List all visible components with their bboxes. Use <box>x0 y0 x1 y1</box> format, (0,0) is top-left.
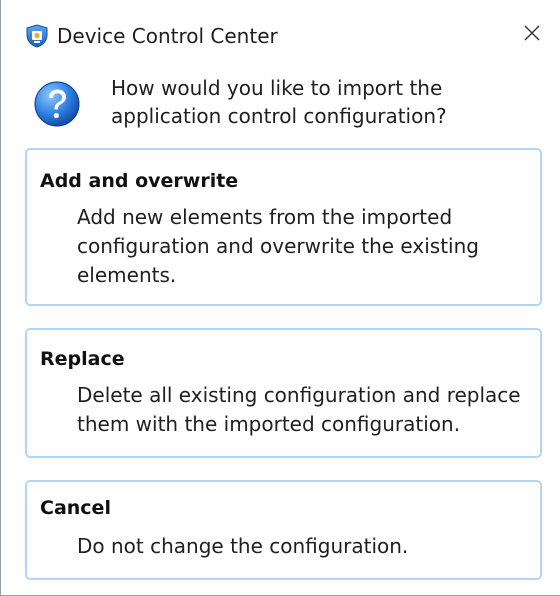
close-button[interactable] <box>515 18 549 52</box>
option-title: Replace <box>40 348 125 370</box>
option-description: Add new elements from the imported confi… <box>77 205 479 287</box>
prompt-text: How would you like to import the applica… <box>111 76 447 128</box>
option-title: Cancel <box>40 497 111 519</box>
device-control-app-icon <box>25 24 49 48</box>
option-title: Add and overwrite <box>40 170 239 192</box>
title-bar: Device Control Center <box>1 0 560 64</box>
window-title: Device Control Center <box>57 24 278 48</box>
close-icon <box>523 24 541 46</box>
option-description: Delete all existing configuration and re… <box>77 383 521 436</box>
cancel-option[interactable]: Cancel Do not change the configuration. <box>25 480 542 580</box>
option-description: Do not change the configuration. <box>77 534 409 558</box>
replace-option[interactable]: Replace Delete all existing configuratio… <box>25 328 542 458</box>
question-icon <box>33 80 81 128</box>
import-dialog: Device Control Center How would you like… <box>0 0 560 596</box>
add-and-overwrite-option[interactable]: Add and overwrite Add new elements from … <box>25 148 542 306</box>
